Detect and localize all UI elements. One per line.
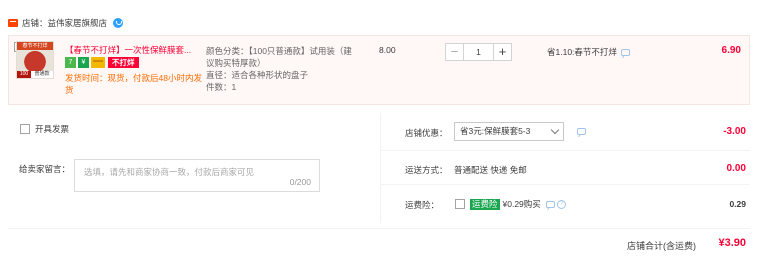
product-thumbnail[interactable]: 春节不打烊 100 普通款 bbox=[16, 41, 54, 79]
chevron-down-icon bbox=[550, 125, 560, 135]
shop-icon bbox=[8, 19, 18, 27]
comment-icon[interactable] bbox=[620, 48, 630, 56]
sku-size: 直径：适合各种形状的盘子 bbox=[206, 70, 309, 80]
thumb-count-text: 100 bbox=[17, 71, 31, 78]
help-icon[interactable]: ? bbox=[556, 199, 566, 209]
chat-icon[interactable] bbox=[113, 18, 124, 28]
insurance-label: 运费险： bbox=[405, 200, 440, 210]
insurance-row: 运费险： 运费险 ¥0.29购买 ? 0.29 bbox=[381, 185, 750, 223]
insurance-checkbox[interactable] bbox=[455, 199, 465, 209]
shop-header: 店铺： 益伟家居旗舰店 bbox=[8, 16, 124, 30]
item-total: 6.90 bbox=[721, 45, 741, 56]
order-options: 开具发票 给卖家留言： 选填，请先和商家协商一致，付款后商家可见 0/200 店… bbox=[8, 113, 750, 223]
shipping-row: 运送方式： 普通配送 快递 免邮 0.00 bbox=[381, 151, 750, 185]
seven-day-return-icon: 7 bbox=[65, 57, 76, 68]
discount-label: 店铺优惠： bbox=[405, 128, 448, 138]
message-char-count: 0/200 bbox=[289, 177, 311, 187]
shop-total-label: 店铺合计(含运费) bbox=[627, 241, 696, 251]
qty-minus-button[interactable]: − bbox=[445, 43, 464, 61]
thumb-type-text: 普通款 bbox=[31, 71, 53, 78]
discount-select-value: 省3元:保鲜膜套5-3 bbox=[460, 126, 531, 136]
discount-row: 店铺优惠： 省3元:保鲜膜套5-3 -3.00 bbox=[381, 113, 750, 151]
invoice-option[interactable]: 开具发票 bbox=[20, 123, 69, 135]
discount-value: -3.00 bbox=[723, 126, 746, 137]
insurance-value: 0.29 bbox=[729, 199, 746, 209]
shop-total-value: ¥3.90 bbox=[718, 237, 746, 249]
product-title-link[interactable]: 【春节不打烊】一次性保鲜膜套... bbox=[65, 44, 205, 56]
insurance-tag: 运费险 bbox=[470, 198, 500, 210]
guarantee-icon: ¥ bbox=[78, 57, 89, 68]
cart-item-row: 春节不打烊 100 普通款 【春节不打烊】一次性保鲜膜套... 7 ¥ 不打烊 … bbox=[8, 35, 750, 105]
savings-info: 省1.10:春节不打烊 bbox=[547, 46, 630, 58]
insurance-price: ¥0.29购买 bbox=[502, 199, 541, 209]
discount-select[interactable]: 省3元:保鲜膜套5-3 bbox=[454, 122, 564, 141]
message-placeholder: 选填，请先和商家协商一致，付款后商家可见 bbox=[84, 167, 255, 177]
shop-name-link[interactable]: 益伟家居旗舰店 bbox=[48, 17, 108, 29]
no-ship-badge: 不打烊 bbox=[108, 57, 139, 68]
sku-pieces: 件数：1 bbox=[206, 82, 237, 92]
shipping-option: 普通配送 快递 免邮 bbox=[454, 165, 527, 175]
qty-plus-button[interactable]: + bbox=[493, 43, 512, 61]
credit-card-icon bbox=[91, 57, 105, 68]
unit-price: 8.00 bbox=[379, 45, 396, 55]
savings-text: 省1.10:春节不打烊 bbox=[547, 47, 617, 57]
left-options: 开具发票 给卖家留言： 选填，请先和商家协商一致，付款后商家可见 0/200 bbox=[8, 113, 381, 223]
message-label: 给卖家留言： bbox=[19, 164, 71, 174]
sku-color: 颜色分类：【100只普通款】试用装（建议购买特厚款） bbox=[206, 46, 352, 68]
message-textarea[interactable]: 选填，请先和商家协商一致，付款后商家可见 0/200 bbox=[74, 159, 320, 192]
invoice-label: 开具发票 bbox=[35, 124, 70, 134]
invoice-checkbox[interactable] bbox=[20, 124, 30, 134]
comment-icon[interactable] bbox=[577, 128, 586, 135]
insurance-option[interactable]: 运费险 ¥0.29购买 ? bbox=[455, 198, 566, 210]
sku-info: 颜色分类：【100只普通款】试用装（建议购买特厚款） 直径：适合各种形状的盘子 … bbox=[206, 45, 356, 93]
quantity-stepper: − 1 + bbox=[445, 43, 512, 61]
ship-time-text: 发货时间：现货，付款后48小时内发货 bbox=[65, 73, 202, 95]
shipping-label: 运送方式： bbox=[405, 165, 448, 175]
shop-total-bar: 店铺合计(含运费) ¥3.90 bbox=[8, 228, 750, 256]
shipping-value: 0.00 bbox=[726, 163, 746, 174]
qty-input[interactable]: 1 bbox=[464, 43, 493, 61]
service-badges: 7 ¥ 不打烊 bbox=[65, 57, 139, 68]
right-options: 店铺优惠： 省3元:保鲜膜套5-3 -3.00 运送方式： 普通配送 快递 免邮… bbox=[381, 113, 750, 223]
comment-icon[interactable] bbox=[545, 200, 555, 208]
shop-label: 店铺： bbox=[22, 18, 48, 28]
thumb-top-text: 春节不打烊 bbox=[17, 42, 53, 50]
